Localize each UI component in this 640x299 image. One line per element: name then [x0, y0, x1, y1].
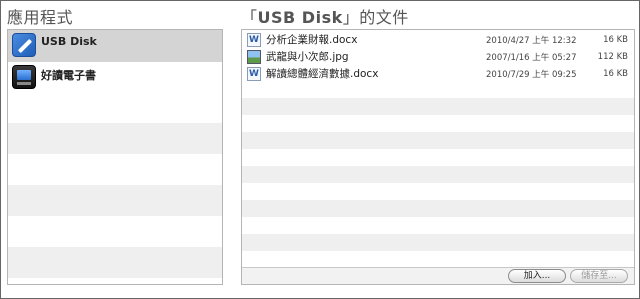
files-list: 分析企業財報.docx 2010/4/27 上午 12:32 16 KB 武龍與… — [241, 29, 635, 285]
app-item-ebook-reader[interactable]: 好讀電子書 — [8, 62, 222, 94]
file-date: 2010/4/27 上午 12:32 — [486, 35, 577, 46]
file-date: 2010/7/29 上午 09:25 — [486, 69, 577, 80]
file-row[interactable]: 分析企業財報.docx 2010/4/27 上午 12:32 16 KB — [242, 31, 634, 48]
save-to-button[interactable]: 儲存至... — [570, 269, 628, 283]
files-heading: 「USB Disk」的文件 — [241, 4, 409, 28]
file-name: 分析企業財報.docx — [266, 34, 358, 46]
apps-heading: 應用程式 — [7, 8, 74, 27]
app-item-usb-disk[interactable]: USB Disk — [8, 30, 222, 62]
files-action-bar: 加入... 儲存至... — [242, 267, 634, 284]
files-heading-device: USB Disk — [257, 8, 343, 27]
file-name: 武龍與小次郎.jpg — [266, 51, 349, 63]
apps-list: USB Disk 好讀電子書 — [7, 29, 223, 285]
file-date: 2007/1/16 上午 05:27 — [486, 52, 577, 63]
file-size: 112 KB — [597, 51, 628, 62]
file-row[interactable]: 武龍與小次郎.jpg 2007/1/16 上午 05:27 112 KB — [242, 48, 634, 65]
docx-file-icon — [247, 66, 261, 81]
docx-file-icon — [247, 32, 261, 47]
file-sharing-window: 應用程式 「USB Disk」的文件 USB Disk 好讀電子書 W 分析企業… — [0, 0, 640, 299]
ebook-reader-icon — [12, 65, 36, 89]
jpg-file-icon — [247, 49, 261, 64]
app-label: 好讀電子書 — [41, 69, 96, 82]
file-name: 解讀總體經濟數據.docx — [266, 68, 379, 80]
file-row[interactable]: 解讀總體經濟數據.docx 2010/7/29 上午 09:25 16 KB — [242, 65, 634, 82]
add-button[interactable]: 加入... — [508, 269, 566, 283]
file-size: 16 KB — [603, 34, 628, 45]
usb-disk-icon — [12, 33, 36, 57]
files-heading-prefix: 「 — [241, 8, 258, 27]
files-heading-suffix: 」的文件 — [342, 8, 409, 27]
file-size: 16 KB — [603, 68, 628, 79]
app-label: USB Disk — [41, 35, 97, 48]
